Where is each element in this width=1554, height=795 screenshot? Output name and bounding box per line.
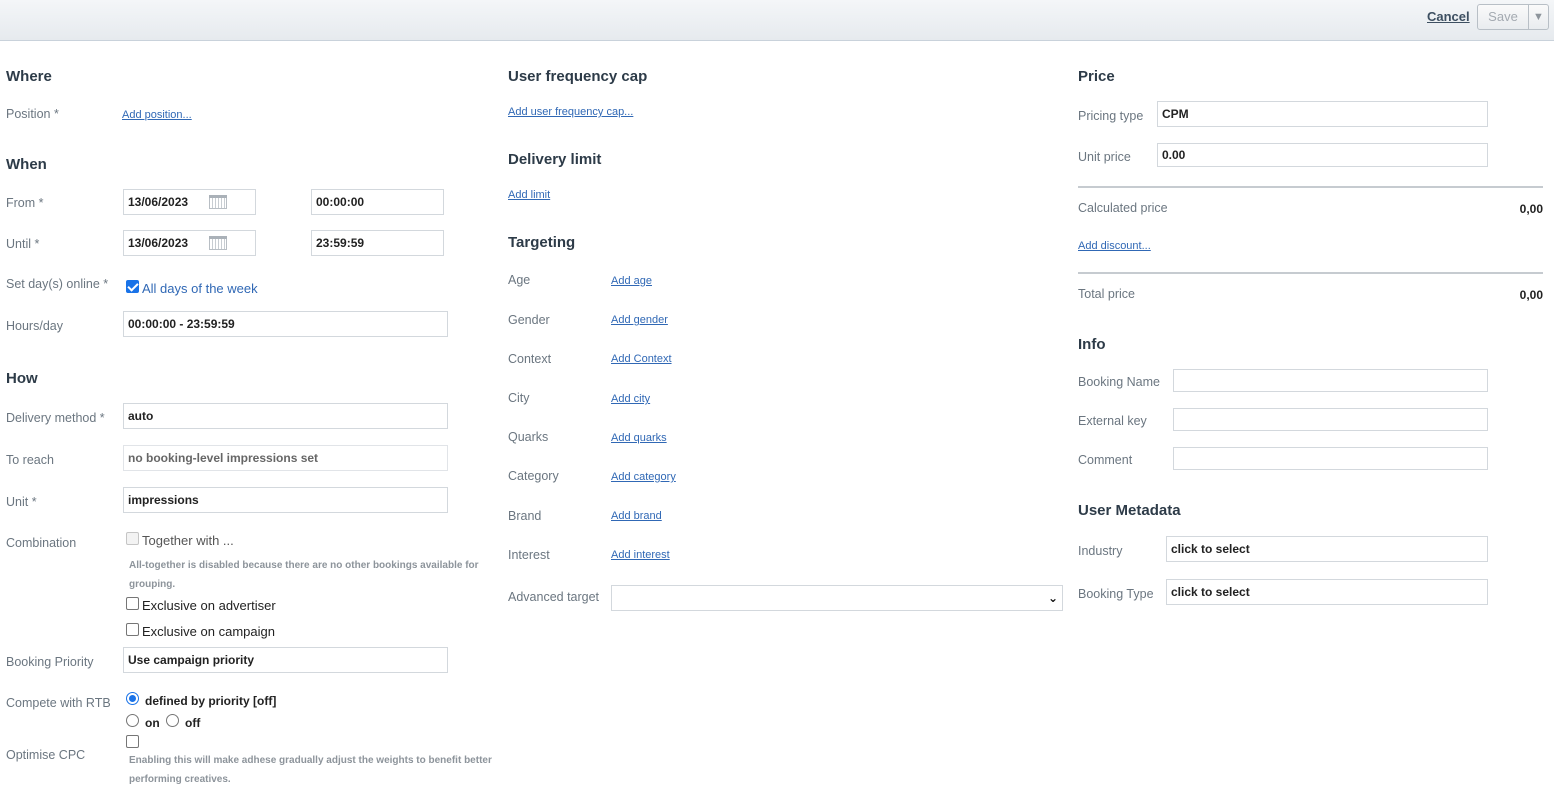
target-quarks-label: Quarks	[508, 430, 549, 444]
comment-label: Comment	[1078, 453, 1133, 467]
combination-label: Combination	[6, 536, 77, 550]
delivery-method-label: Delivery method *	[6, 411, 105, 425]
pricing-type-select[interactable]: CPM	[1157, 101, 1488, 127]
booking-name-input[interactable]	[1173, 369, 1488, 392]
all-days-label: All days of the week	[142, 281, 258, 296]
how-heading: How	[6, 370, 38, 387]
target-brand-label: Brand	[508, 509, 542, 523]
from-date-value: 13/06/2023	[128, 195, 189, 209]
hours-day-label: Hours/day	[6, 319, 63, 333]
chevron-down-icon: ⌄	[1047, 591, 1058, 605]
compete-rtb-label: Compete with RTB	[6, 696, 111, 710]
add-gender-link[interactable]: Add gender	[611, 314, 668, 326]
to-reach-label: To reach	[6, 453, 54, 467]
add-frequency-cap-link[interactable]: Add user frequency cap...	[508, 106, 633, 118]
add-category-link[interactable]: Add category	[611, 471, 676, 483]
advanced-target-select[interactable]: ⌄	[611, 585, 1063, 611]
add-age-link[interactable]: Add age	[611, 275, 652, 287]
all-days-checkbox[interactable]	[126, 280, 139, 293]
rtb-defined-radio[interactable]	[126, 692, 139, 705]
frequency-cap-heading: User frequency cap	[508, 68, 648, 85]
until-time-input[interactable]: 23:59:59	[311, 230, 444, 256]
booking-type-label: Booking Type	[1078, 587, 1154, 601]
booking-priority-label: Booking Priority	[6, 655, 94, 669]
total-divider	[1078, 272, 1543, 274]
price-divider	[1078, 186, 1543, 188]
unit-select[interactable]: impressions	[123, 487, 448, 513]
unit-price-label: Unit price	[1078, 150, 1131, 164]
info-heading: Info	[1078, 336, 1106, 353]
rtb-defined-label: defined by priority [off]	[145, 694, 277, 708]
top-toolbar: Cancel Save ▼	[0, 0, 1554, 41]
optimise-cpc-checkbox[interactable]	[126, 735, 139, 748]
rtb-off-label: off	[185, 716, 201, 730]
target-interest-label: Interest	[508, 548, 550, 562]
add-limit-link[interactable]: Add limit	[508, 189, 550, 201]
comment-input[interactable]	[1173, 447, 1488, 470]
exclusive-campaign-label: Exclusive on campaign	[142, 624, 275, 639]
add-discount-link[interactable]: Add discount...	[1078, 240, 1151, 252]
delivery-limit-heading: Delivery limit	[508, 151, 602, 168]
add-context-link[interactable]: Add Context	[611, 353, 672, 365]
exclusive-advertiser-label: Exclusive on advertiser	[142, 598, 276, 613]
save-button[interactable]: Save	[1478, 5, 1528, 29]
add-brand-link[interactable]: Add brand	[611, 510, 662, 522]
rtb-on-radio[interactable]	[126, 714, 139, 727]
save-dropdown-icon[interactable]: ▼	[1528, 5, 1548, 29]
until-date-value: 13/06/2023	[128, 236, 189, 250]
external-key-label: External key	[1078, 414, 1147, 428]
until-date-input[interactable]: 13/06/2023	[123, 230, 256, 256]
target-gender-label: Gender	[508, 313, 550, 327]
targeting-heading: Targeting	[508, 234, 576, 251]
from-time-input[interactable]: 00:00:00	[311, 189, 444, 215]
until-label: Until *	[6, 237, 40, 251]
unit-label: Unit *	[6, 495, 37, 509]
target-context-label: Context	[508, 352, 552, 366]
target-category-label: Category	[508, 469, 559, 483]
rtb-on-label: on	[145, 716, 160, 730]
together-hint: All-together is disabled because there a…	[129, 560, 479, 590]
add-position-link[interactable]: Add position...	[122, 109, 192, 121]
industry-select[interactable]: click to select	[1166, 536, 1488, 562]
external-key-input[interactable]	[1173, 408, 1488, 431]
where-heading: Where	[6, 68, 52, 85]
add-city-link[interactable]: Add city	[611, 393, 650, 405]
user-metadata-heading: User Metadata	[1078, 502, 1181, 519]
calculated-price-value: 0,00	[1519, 202, 1543, 216]
price-heading: Price	[1078, 68, 1115, 85]
calendar-icon[interactable]	[209, 195, 227, 209]
calendar-icon[interactable]	[209, 236, 227, 250]
total-price-label: Total price	[1078, 287, 1135, 301]
exclusive-campaign-checkbox[interactable]	[126, 623, 139, 636]
booking-type-select[interactable]: click to select	[1166, 579, 1488, 605]
position-label: Position *	[6, 107, 59, 121]
save-split-button[interactable]: Save ▼	[1477, 4, 1549, 30]
total-price-value: 0,00	[1519, 288, 1543, 302]
pricing-type-label: Pricing type	[1078, 109, 1144, 123]
add-interest-link[interactable]: Add interest	[611, 549, 670, 561]
together-with-label: Together with ...	[142, 533, 234, 548]
cancel-link[interactable]: Cancel	[1427, 9, 1470, 24]
days-online-label: Set day(s) online *	[6, 277, 109, 291]
industry-label: Industry	[1078, 544, 1123, 558]
rtb-off-radio[interactable]	[166, 714, 179, 727]
target-city-label: City	[508, 391, 530, 405]
exclusive-advertiser-checkbox[interactable]	[126, 597, 139, 610]
add-quarks-link[interactable]: Add quarks	[611, 432, 667, 444]
calculated-price-label: Calculated price	[1078, 201, 1168, 215]
from-label: From *	[6, 196, 44, 210]
when-heading: When	[6, 156, 47, 173]
together-with-checkbox	[126, 532, 139, 545]
target-age-label: Age	[508, 273, 531, 287]
advanced-target-label: Advanced target	[508, 590, 600, 604]
to-reach-input[interactable]: no booking-level impressions set	[123, 445, 448, 471]
optimise-cpc-label: Optimise CPC	[6, 748, 86, 762]
hours-day-input[interactable]: 00:00:00 - 23:59:59	[123, 311, 448, 337]
unit-price-input[interactable]: 0.00	[1157, 143, 1488, 167]
from-date-input[interactable]: 13/06/2023	[123, 189, 256, 215]
booking-priority-select[interactable]: Use campaign priority	[123, 647, 448, 673]
booking-name-label: Booking Name	[1078, 375, 1160, 389]
delivery-method-select[interactable]: auto	[123, 403, 448, 429]
optimise-cpc-hint: Enabling this will make adhese gradually…	[129, 755, 492, 785]
